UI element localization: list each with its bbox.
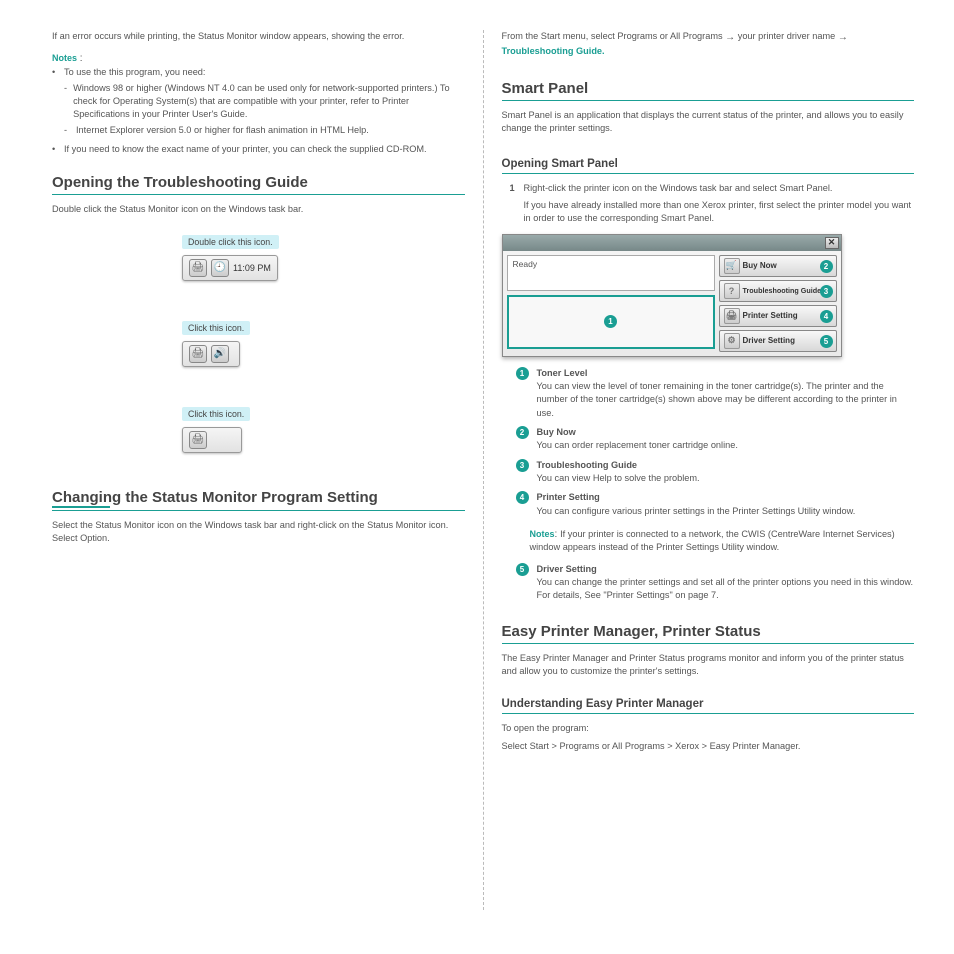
column-divider (483, 30, 484, 910)
section-opening-tg: Opening the Troubleshooting Guide (52, 174, 465, 191)
left-intro: If an error occurs while printing, the S… (52, 30, 465, 43)
note-sub: -Internet Explorer version 5.0 or higher… (64, 124, 465, 137)
section-change-sm: Changing the Status Monitor Program Sett… (52, 489, 465, 506)
status-area: Ready (507, 255, 715, 291)
epm-open: To open the program: (502, 722, 915, 735)
epm-text: The Easy Printer Manager and Printer Sta… (502, 652, 915, 679)
notes-label: Notes (530, 529, 555, 539)
legend-item: 5 Driver SettingYou can change the print… (516, 563, 915, 603)
system-tray-2[interactable]: 🖨 🔊 (182, 341, 240, 367)
close-icon[interactable]: ✕ (825, 237, 839, 249)
section-epm: Easy Printer Manager, Printer Status (502, 623, 915, 640)
arrow-icon: → (725, 31, 735, 46)
printer-tray-icon[interactable]: 🖨 (189, 345, 207, 363)
section2-text: Select the Status Monitor icon on the Wi… (52, 519, 465, 546)
rule (502, 713, 915, 714)
step: 1Right-click the printer icon on the Win… (510, 182, 915, 195)
legend-item: 4 Printer SettingYou can configure vario… (516, 491, 915, 518)
rule (502, 100, 915, 101)
sub-opening-sp: Opening Smart Panel (502, 158, 915, 170)
note-bullet: •If you need to know the exact name of y… (52, 143, 465, 156)
callout-4: 4 (820, 310, 833, 323)
callout-3: 3 (820, 285, 833, 298)
toner-level-area: 1 (507, 295, 715, 349)
epm-path: Select Start > Programs or All Programs … (502, 740, 915, 753)
system-tray-3[interactable]: 🖨 (182, 427, 242, 453)
sp-text: Smart Panel is an application that displ… (502, 109, 915, 136)
callout: Click this icon. (182, 407, 250, 421)
help-icon: ? (724, 283, 740, 299)
gear-icon: ⚙ (724, 333, 740, 349)
rule (52, 510, 465, 511)
arrow-icon: → (838, 31, 848, 46)
cart-icon: 🛒 (724, 258, 740, 274)
legend-item: 2 Buy NowYou can order replacement toner… (516, 426, 915, 453)
printer-icon: 🖨 (724, 308, 740, 324)
rule (52, 194, 465, 195)
smart-panel-window: ✕ Ready 1 🛒 Buy Now 2 (502, 234, 842, 357)
printer-tray-icon[interactable]: 🖨 (189, 431, 207, 449)
printer-tray-icon[interactable]: 🖨 (189, 259, 207, 277)
driver-setting-button[interactable]: ⚙ Driver Setting 5 (719, 330, 837, 352)
printer-setting-button[interactable]: 🖨 Printer Setting 4 (719, 305, 837, 327)
callout-2: 2 (820, 260, 833, 273)
tray-time: 11:09 PM (233, 263, 271, 273)
note-text: If your printer is connected to a networ… (530, 529, 895, 552)
note-sub: -Windows 98 or higher (Windows NT 4.0 ca… (64, 82, 465, 122)
system-tray[interactable]: 🖨 🕘 11:09 PM (182, 255, 278, 281)
note-bullet: •To use the this program, you need: (52, 66, 465, 79)
sp-text2: If you have already installed more than … (524, 199, 915, 226)
legend-item: 3 Troubleshooting GuideYou can view Help… (516, 459, 915, 486)
section1-text: Double click the Status Monitor icon on … (52, 203, 465, 216)
speaker-icon: 🔊 (211, 345, 229, 363)
notes-label: Notes (52, 53, 77, 63)
opt-intro: From the Start menu, select Programs or … (502, 30, 915, 58)
clock-tray-icon: 🕘 (211, 259, 229, 277)
callout: Click this icon. (182, 321, 250, 335)
callout-5: 5 (820, 335, 833, 348)
buy-now-button[interactable]: 🛒 Buy Now 2 (719, 255, 837, 277)
section-smart-panel: Smart Panel (502, 80, 915, 97)
sub-understanding-epm: Understanding Easy Printer Manager (502, 698, 915, 710)
rule (502, 173, 915, 174)
callout: Double click this icon. (182, 235, 279, 249)
rule (502, 643, 915, 644)
rule-short (52, 506, 110, 508)
callout-1: 1 (604, 315, 617, 328)
troubleshooting-button[interactable]: ? Troubleshooting Guide 3 (719, 280, 837, 302)
legend-item: 1 Toner LevelYou can view the level of t… (516, 367, 915, 420)
